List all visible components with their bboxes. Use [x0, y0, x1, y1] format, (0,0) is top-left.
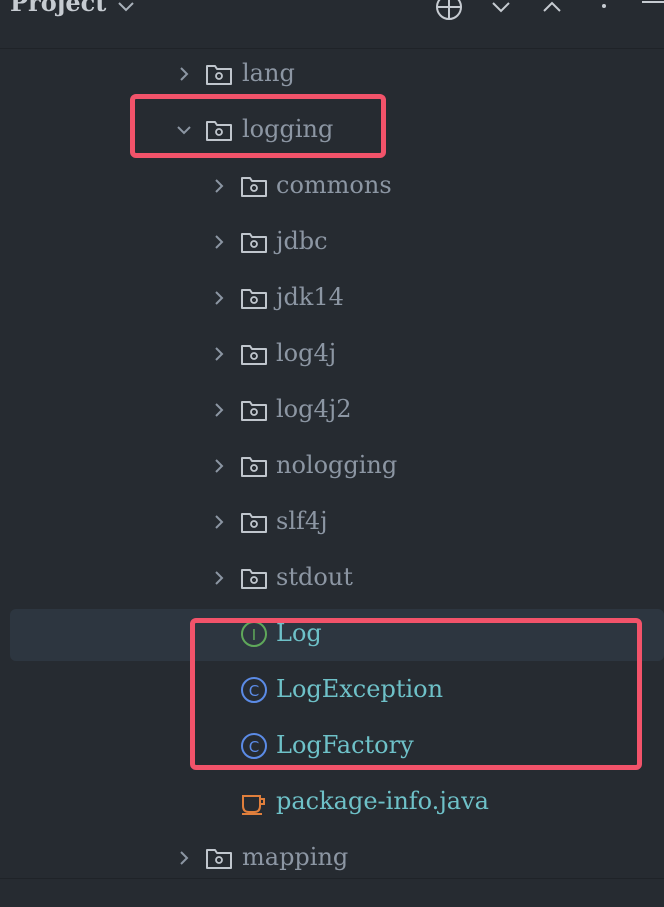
chevron-right-icon[interactable]: [211, 234, 227, 250]
tree-item-label: logging: [242, 115, 334, 143]
tree-item-label: commons: [276, 171, 392, 199]
tree-item-label: lang: [242, 59, 295, 87]
package-folder-icon: [241, 233, 267, 253]
tree-item-label: mapping: [242, 843, 349, 871]
tree-row-logging[interactable]: logging: [0, 102, 664, 158]
locate-icon[interactable]: [434, 0, 464, 22]
package-folder-icon: [206, 849, 232, 869]
tree-row-logfactory[interactable]: C LogFactory: [0, 718, 664, 774]
collapse-all-icon[interactable]: [537, 0, 567, 22]
chevron-down-icon[interactable]: [176, 122, 192, 138]
tree-row-log4j2[interactable]: log4j2: [0, 382, 664, 438]
project-panel-header: Project: [0, 0, 664, 49]
chevron-right-icon[interactable]: [211, 402, 227, 418]
panel-title[interactable]: Project: [10, 0, 106, 17]
tree-row-lang[interactable]: lang: [0, 46, 664, 102]
tree-item-label: nologging: [276, 451, 398, 479]
tree-item-label: Log: [276, 619, 322, 647]
package-folder-icon: [241, 513, 267, 533]
tree-item-label: log4j2: [276, 395, 352, 423]
tree-row-jdk14[interactable]: jdk14: [0, 270, 664, 326]
chevron-right-icon[interactable]: [176, 850, 192, 866]
svg-text:C: C: [249, 738, 259, 756]
tree-item-label: jdbc: [276, 227, 328, 255]
expand-all-icon[interactable]: [486, 0, 516, 22]
interface-badge-icon: I: [241, 621, 267, 647]
chevron-right-icon[interactable]: [176, 66, 192, 82]
tree-item-label: package-info.java: [276, 787, 489, 815]
selection-highlight: [10, 609, 664, 661]
panel-footer: [0, 878, 664, 907]
package-folder-icon: [241, 345, 267, 365]
tree-row-log4j[interactable]: log4j: [0, 326, 664, 382]
svg-text:I: I: [252, 626, 256, 644]
tree-row-commons[interactable]: commons: [0, 158, 664, 214]
tree-row-stdout[interactable]: stdout: [0, 550, 664, 606]
tree-row-logexception[interactable]: C LogException: [0, 662, 664, 718]
chevron-right-icon[interactable]: [211, 458, 227, 474]
class-badge-icon: C: [241, 677, 267, 703]
package-folder-icon: [241, 289, 267, 309]
chevron-right-icon[interactable]: [211, 570, 227, 586]
tree-item-label: LogException: [276, 675, 444, 703]
package-folder-icon: [206, 65, 232, 85]
tree-item-label: stdout: [276, 563, 353, 591]
chevron-right-icon[interactable]: [211, 514, 227, 530]
java-file-icon: [242, 795, 265, 815]
tree-row-nologging[interactable]: nologging: [0, 438, 664, 494]
package-folder-icon: [241, 569, 267, 589]
tree-item-label: jdk14: [276, 283, 344, 311]
tree-row-jdbc[interactable]: jdbc: [0, 214, 664, 270]
svg-text:C: C: [249, 682, 259, 700]
tree-row-package-info-java[interactable]: package-info.java: [0, 774, 664, 830]
package-folder-icon: [241, 177, 267, 197]
package-folder-icon: [206, 121, 232, 141]
package-folder-icon: [241, 457, 267, 477]
hide-icon[interactable]: [640, 0, 664, 22]
chevron-right-icon[interactable]: [211, 178, 227, 194]
chevron-right-icon[interactable]: [211, 346, 227, 362]
tree-row-slf4j[interactable]: slf4j: [0, 494, 664, 550]
chevron-down-icon[interactable]: [116, 0, 136, 16]
tree-item-label: log4j: [276, 339, 337, 367]
package-folder-icon: [241, 401, 267, 421]
more-icon[interactable]: [589, 0, 619, 22]
class-badge-icon: C: [241, 733, 267, 759]
tree-row-log[interactable]: I Log: [0, 606, 664, 662]
chevron-right-icon[interactable]: [211, 290, 227, 306]
tree-item-label: slf4j: [276, 507, 328, 535]
tree-item-label: LogFactory: [276, 731, 414, 759]
project-tree: lang logging commons jdbc jdk14 log4j log4j2 no…: [0, 46, 664, 880]
